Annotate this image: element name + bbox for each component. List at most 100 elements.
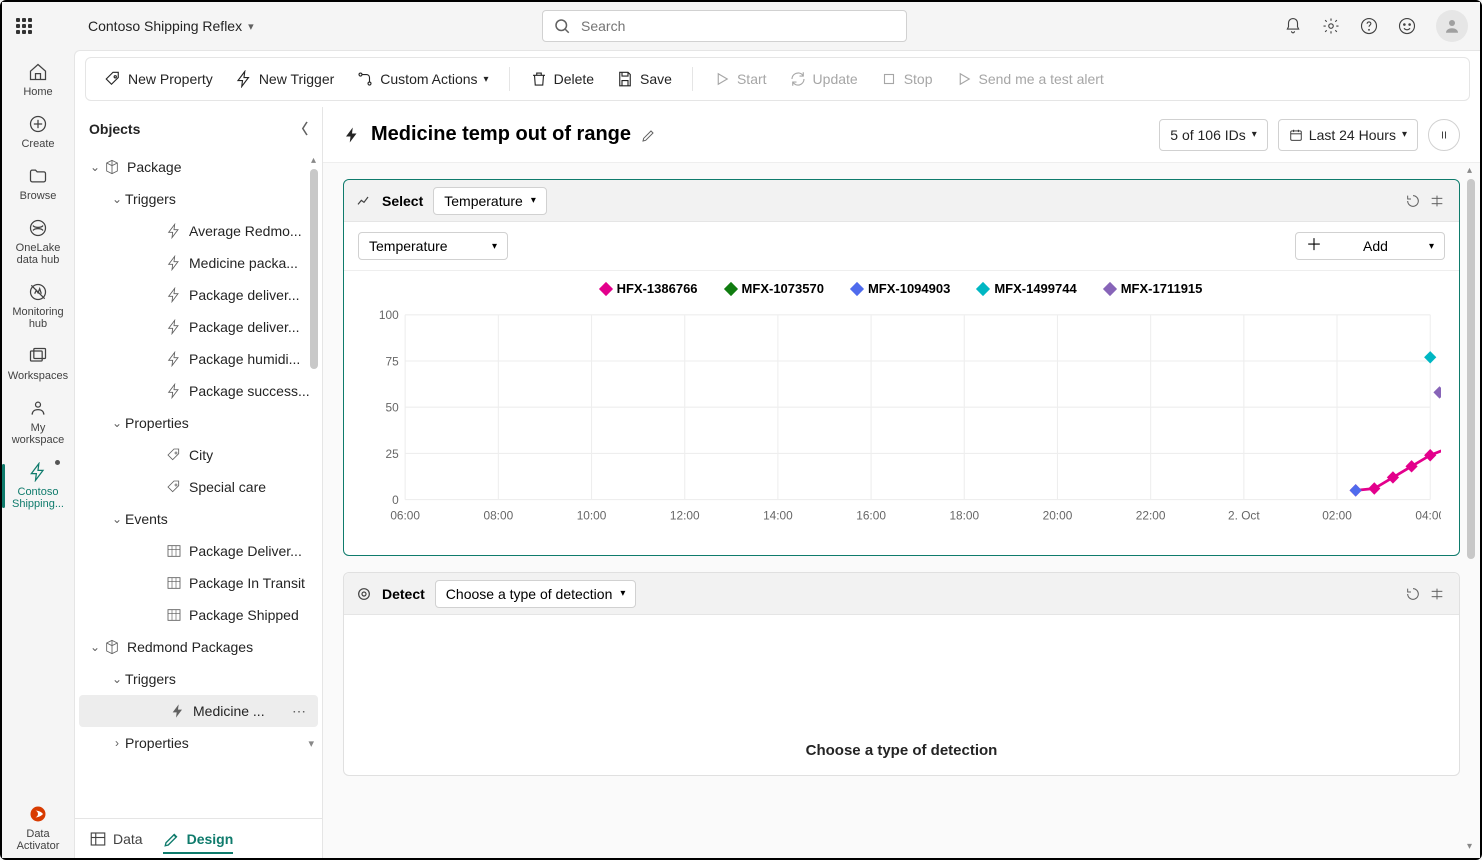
legend-swatch <box>850 281 864 295</box>
tree-item[interactable]: Average Redmo... <box>75 215 322 247</box>
workspace-selector[interactable]: Contoso Shipping Reflex ▾ <box>88 18 254 34</box>
legend-item[interactable]: HFX-1386766 <box>601 281 698 296</box>
measure-picker[interactable]: Temperature ▾ <box>358 232 508 260</box>
tree-group[interactable]: ⌄Triggers <box>75 183 322 215</box>
add-button[interactable]: ＋ Add ▾ <box>1295 232 1445 260</box>
tree-item[interactable]: City <box>75 439 322 471</box>
tree-group[interactable]: ⌄Triggers <box>75 663 322 695</box>
tree-item[interactable]: Special care <box>75 471 322 503</box>
pause-icon <box>1438 129 1450 141</box>
tree-item[interactable]: Package deliver... <box>75 279 322 311</box>
custom-actions-button[interactable]: Custom Actions ▾ <box>348 64 496 94</box>
tree-item[interactable]: Package In Transit <box>75 567 322 599</box>
split-icon[interactable] <box>1427 191 1447 211</box>
nav-onelake[interactable]: OneLake data hub <box>6 212 70 272</box>
gear-icon[interactable] <box>1322 17 1340 35</box>
chevron-down-icon: ⌄ <box>87 640 103 654</box>
detect-label: Detect <box>382 586 425 602</box>
tree-group[interactable]: ›Properties▾ <box>75 727 322 759</box>
target-icon <box>356 586 372 602</box>
svg-text:50: 50 <box>385 400 399 414</box>
save-button[interactable]: Save <box>608 64 680 94</box>
chevron-down-icon: ▾ <box>1429 241 1434 252</box>
detect-type-dropdown[interactable]: Choose a type of detection ▾ <box>435 580 637 608</box>
nav-myws[interactable]: My workspace <box>6 392 70 452</box>
tab-design[interactable]: Design <box>163 830 234 854</box>
svg-text:100: 100 <box>379 308 399 322</box>
main-area: Medicine temp out of range 5 of 106 IDs … <box>323 107 1480 858</box>
flow-icon <box>356 70 374 88</box>
legend-item[interactable]: MFX-1499744 <box>978 281 1076 296</box>
nav-data-activator[interactable]: Data Activator <box>6 798 70 858</box>
table-icon <box>165 543 183 559</box>
tree-item[interactable]: Package deliver... <box>75 311 322 343</box>
search-input-wrapper[interactable] <box>542 10 907 42</box>
tree-obj[interactable]: ⌄Package <box>75 151 322 183</box>
chevron-down-icon: ⌄ <box>87 160 103 174</box>
nav-workspaces[interactable]: Workspaces <box>6 340 70 388</box>
bell-icon[interactable] <box>1284 17 1302 35</box>
chart-legend: HFX-1386766 MFX-1073570 MFX-1094903 MFX-149… <box>362 281 1441 296</box>
legend-item[interactable]: MFX-1094903 <box>852 281 950 296</box>
bolt-icon <box>165 351 183 367</box>
legend-item[interactable]: MFX-1711915 <box>1105 281 1203 296</box>
bolt-icon <box>165 319 183 335</box>
tree-item[interactable]: Package Deliver... <box>75 535 322 567</box>
chevron-down-icon: ▾ <box>492 241 497 252</box>
nav-create[interactable]: Create <box>6 108 70 156</box>
tree-group[interactable]: ⌄Events <box>75 503 322 535</box>
tree-item[interactable]: Medicine packa... <box>75 247 322 279</box>
main-scrollbar[interactable]: ▴ ▾ <box>1467 165 1477 852</box>
pause-button[interactable] <box>1428 119 1460 151</box>
tree-item[interactable]: Medicine ...⋯ <box>79 695 318 727</box>
search-icon <box>553 17 571 35</box>
waffle-menu[interactable] <box>14 16 34 36</box>
time-range-filter[interactable]: Last 24 Hours ▾ <box>1278 119 1418 151</box>
feedback-icon[interactable] <box>1398 17 1416 35</box>
tree-group[interactable]: ⌄Properties <box>75 407 322 439</box>
legend-item[interactable]: MFX-1073570 <box>726 281 824 296</box>
avatar[interactable] <box>1436 10 1468 42</box>
tree-obj[interactable]: ⌄Redmond Packages <box>75 631 322 663</box>
temperature-chart: 025507510006:0008:0010:0012:0014:0016:00… <box>362 306 1441 526</box>
svg-text:75: 75 <box>385 354 399 368</box>
nav-csr[interactable]: Contoso Shipping... <box>6 456 70 516</box>
undo-icon[interactable] <box>1403 584 1423 604</box>
tree-item[interactable]: Package success... <box>75 375 322 407</box>
calendar-icon <box>1289 128 1303 142</box>
tab-data[interactable]: Data <box>89 830 143 848</box>
svg-text:16:00: 16:00 <box>856 508 886 522</box>
help-icon[interactable] <box>1360 17 1378 35</box>
split-icon[interactable] <box>1427 584 1447 604</box>
ids-filter[interactable]: 5 of 106 IDs ▾ <box>1159 119 1268 151</box>
objects-scrollbar[interactable]: ▴ <box>310 155 320 814</box>
home-icon <box>28 62 48 82</box>
chevron-down-icon: ▾ <box>1252 129 1257 140</box>
select-measure-dropdown[interactable]: Temperature ▾ <box>433 187 547 215</box>
legend-swatch <box>1103 281 1117 295</box>
svg-text:14:00: 14:00 <box>763 508 793 522</box>
cube-icon <box>103 639 121 655</box>
line-chart-icon <box>356 193 372 209</box>
search-input[interactable] <box>579 17 896 35</box>
new-property-button[interactable]: New Property <box>96 64 221 94</box>
delete-button[interactable]: Delete <box>522 64 602 94</box>
svg-text:08:00: 08:00 <box>484 508 514 522</box>
workspace-name: Contoso Shipping Reflex <box>88 18 242 34</box>
tree-item[interactable]: Package humidi... <box>75 343 322 375</box>
bolt-icon <box>165 287 183 303</box>
undo-icon[interactable] <box>1403 191 1423 211</box>
command-bar: New Property New Trigger Custom Actions … <box>85 57 1470 101</box>
collapse-panel-icon[interactable]: 〈 <box>294 119 308 139</box>
detect-empty-message: Choose a type of detection <box>806 742 998 759</box>
data-activator-icon <box>28 804 48 824</box>
nav-browse[interactable]: Browse <box>6 160 70 208</box>
tree-item[interactable]: Package Shipped <box>75 599 322 631</box>
new-trigger-button[interactable]: New Trigger <box>227 64 342 94</box>
chevron-down-icon: ⌄ <box>109 192 125 206</box>
edit-icon[interactable] <box>641 127 657 143</box>
chevron-down-icon: ▾ <box>620 588 625 599</box>
nav-monitoring[interactable]: Monitoring hub <box>6 276 70 336</box>
more-icon[interactable]: ⋯ <box>288 703 310 720</box>
nav-home[interactable]: Home <box>6 56 70 104</box>
